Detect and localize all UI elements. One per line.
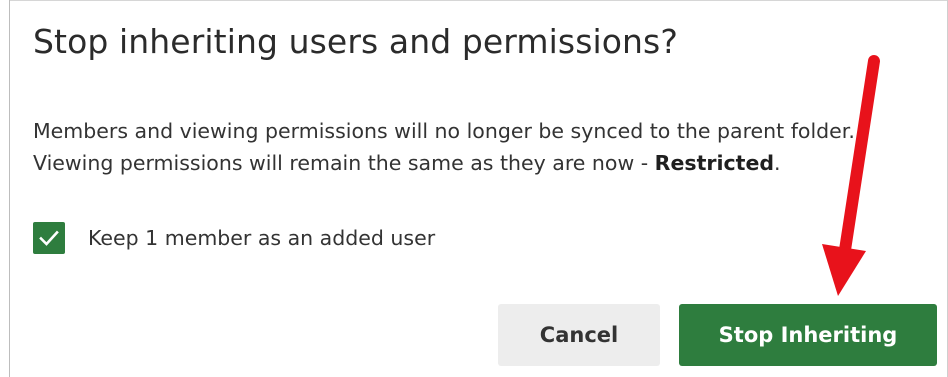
stop-inheriting-button[interactable]: Stop Inheriting [679, 304, 937, 366]
dialog-border-top [9, 0, 948, 1]
dialog-title: Stop inheriting users and permissions? [33, 22, 678, 61]
dialog-border-left [9, 0, 10, 377]
checkmark-icon [39, 230, 59, 246]
stop-inheriting-dialog: Stop inheriting users and permissions? M… [0, 0, 948, 377]
description-line-2: Viewing permissions will remain the same… [33, 147, 938, 179]
dialog-description: Members and viewing permissions will no … [33, 115, 938, 179]
keep-member-checkbox[interactable] [33, 222, 65, 254]
keep-member-checkbox-label[interactable]: Keep 1 member as an added user [88, 226, 435, 250]
permission-level-text: Restricted [654, 151, 775, 175]
cancel-button[interactable]: Cancel [498, 304, 660, 366]
description-line-2-end: . [774, 151, 781, 175]
keep-member-checkbox-row[interactable]: Keep 1 member as an added user [33, 222, 435, 254]
description-line-2-text: Viewing permissions will remain the same… [33, 151, 655, 175]
description-line-1: Members and viewing permissions will no … [33, 119, 855, 143]
